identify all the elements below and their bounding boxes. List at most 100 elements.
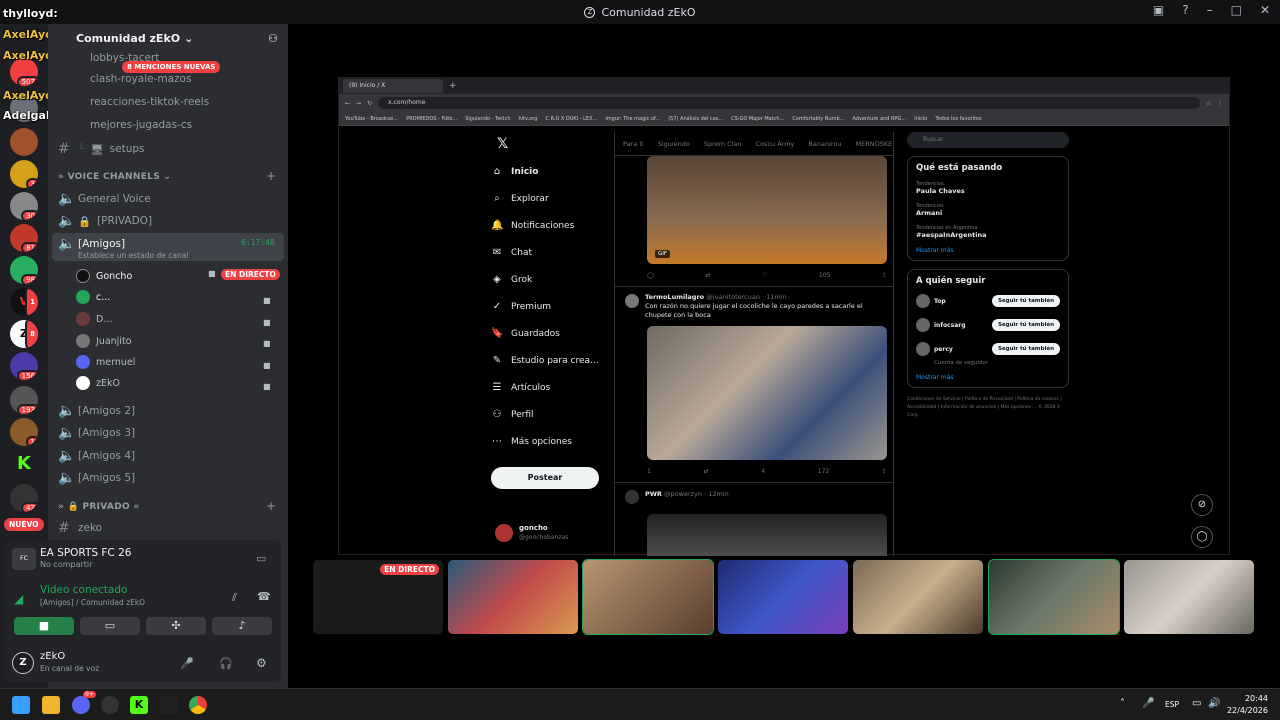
stream-thumbnail[interactable]	[448, 560, 578, 634]
follow-name[interactable]: percy	[934, 346, 988, 353]
post-button[interactable]: Postear	[491, 467, 599, 489]
share-icon[interactable]: ⇪	[882, 468, 887, 475]
voice-location[interactable]: [Amigos] / Comunidad zEkO	[40, 598, 145, 607]
discord-taskbar-icon[interactable]: 9+	[72, 691, 96, 714]
maximize-icon[interactable]: □	[1231, 3, 1242, 17]
reload-icon[interactable]: ↻	[367, 100, 372, 107]
retweet-icon[interactable]: ⇄	[705, 272, 710, 279]
x-nav-item[interactable]: ✎ Estudio para crea...	[491, 347, 616, 374]
show-more-link[interactable]: Mostrar más	[916, 374, 1060, 381]
like-count[interactable]: 4	[761, 468, 765, 475]
chrome-taskbar-icon[interactable]	[189, 696, 207, 714]
tweet-avatar[interactable]	[625, 490, 639, 504]
follow-name[interactable]: Top	[934, 298, 988, 305]
start-icon[interactable]	[12, 696, 30, 714]
server-icon[interactable]: V1	[10, 288, 38, 316]
voice-channel[interactable]: 🔈 [Amigos 4]	[58, 448, 135, 464]
share-icon[interactable]: ▭	[256, 552, 266, 565]
stream-thumbnail[interactable]	[1124, 560, 1254, 634]
x-nav-item[interactable]: ⌕ Explorar	[491, 185, 616, 212]
soundboard-button[interactable]: ♪	[212, 617, 272, 635]
guild-header[interactable]: Comunidad zEkO ⌄ ⚇	[48, 24, 288, 52]
mentions-banner[interactable]: 8 MENCIONES NUEVAS	[122, 61, 221, 73]
bookmark-item[interactable]: Adventure and RPG...	[853, 116, 907, 122]
bookmark-item[interactable]: Comfortably Numb...	[792, 116, 844, 122]
channel-status-hint[interactable]: Establece un estado de canal	[78, 251, 188, 260]
user-avatar[interactable]: Z	[12, 652, 34, 674]
bookmark-item[interactable]: Siguiendo - Twitch	[465, 116, 510, 122]
account-avatar[interactable]	[495, 524, 513, 542]
tweet-image[interactable]	[647, 514, 887, 556]
add-channel-icon[interactable]: +	[266, 169, 276, 183]
retweet-icon[interactable]: ⇄	[704, 468, 709, 475]
x-nav-item[interactable]: 🔖 Guardados	[491, 320, 616, 347]
reply-icon[interactable]: ◯	[647, 272, 654, 279]
app-taskbar-icon[interactable]	[160, 696, 178, 714]
activities-button[interactable]: ✣	[146, 617, 206, 635]
network-icon[interactable]: ▭	[1192, 698, 1201, 709]
follow-button[interactable]: Seguir tú también	[991, 319, 1060, 331]
bookmark-item[interactable]: (57) Análisis del cas...	[668, 116, 723, 122]
trend-item[interactable]: Tendencias en Argentina #aespaInArgentina	[916, 225, 1060, 239]
url-field[interactable]: x.com/home	[378, 97, 1200, 109]
tweet-avatar[interactable]	[625, 294, 639, 308]
avatar[interactable]	[916, 342, 930, 356]
language-indicator[interactable]: ESP	[1165, 700, 1179, 709]
feed-tab[interactable]: Siguiendo	[658, 140, 690, 148]
server-icon[interactable]: 3	[10, 160, 38, 188]
stream-thumbnail[interactable]	[582, 559, 714, 635]
feed-tab[interactable]: MERNOSKE	[856, 140, 893, 148]
trend-item[interactable]: Tendencias Paula Chaves	[916, 181, 1060, 195]
bookmark-item[interactable]: Imgur: The magic of...	[605, 116, 660, 122]
minimize-icon[interactable]: –	[1207, 3, 1213, 17]
voice-channel[interactable]: 🔈 [Amigos 3]	[58, 425, 135, 441]
bookmark-item[interactable]: PROMIEDOS - Fútb...	[406, 116, 457, 122]
chat-fab-icon[interactable]: ◯	[1191, 526, 1213, 548]
like-icon[interactable]: ♡	[762, 272, 767, 279]
x-search-input[interactable]: Buscar	[907, 132, 1069, 148]
x-nav-item[interactable]: 🔔 Notificaciones	[491, 212, 616, 239]
add-channel-icon[interactable]: +	[266, 499, 276, 513]
voice-category[interactable]: » VOICE CHANNELS ⌄	[58, 172, 171, 182]
follow-button[interactable]: Seguir tú también	[991, 295, 1060, 307]
server-icon[interactable]: 81	[10, 224, 38, 252]
server-icon[interactable]: 1	[10, 418, 38, 446]
back-icon[interactable]: ←	[345, 100, 350, 107]
reply-count[interactable]: 1	[647, 468, 651, 475]
x-nav-item[interactable]: ⋯ Más opciones	[491, 428, 616, 455]
account-name[interactable]: goncho	[519, 524, 548, 532]
browser-tab[interactable]: (9) Inicio / X	[343, 79, 443, 93]
show-more-link[interactable]: Mostrar más	[916, 247, 1060, 254]
inbox-icon[interactable]: ▣	[1153, 3, 1164, 17]
x-nav-item[interactable]: ✉ Chat	[491, 239, 616, 266]
stream-thumbnail[interactable]	[988, 559, 1120, 635]
bookmark-item[interactable]: Inicio	[914, 116, 927, 122]
x-logo-icon[interactable]: 𝕏	[497, 136, 508, 152]
avatar[interactable]	[916, 294, 930, 308]
kick-taskbar-icon[interactable]: K	[130, 696, 148, 714]
server-icon[interactable]: 193	[10, 386, 38, 414]
trend-item[interactable]: Tendencias Armani	[916, 203, 1060, 217]
server-icon[interactable]: 507	[10, 58, 38, 86]
follow-name[interactable]: infocsarg	[934, 322, 988, 329]
x-nav-item[interactable]: ✓ Premium	[491, 293, 616, 320]
grok-fab-icon[interactable]: ⊘	[1191, 494, 1213, 516]
clock[interactable]: 20:44 22/4/2026	[1227, 693, 1268, 717]
tray-chevron-icon[interactable]: ˄	[1120, 698, 1125, 709]
app-taskbar-icon[interactable]	[101, 696, 119, 714]
kick-server-icon[interactable]: K	[10, 450, 38, 478]
mic-tray-icon[interactable]: 🎤	[1142, 698, 1154, 709]
new-tab-icon[interactable]: +	[449, 81, 457, 91]
follow-button[interactable]: Seguir tú también	[991, 343, 1060, 355]
server-icon[interactable]: 42	[10, 484, 38, 512]
headphones-icon[interactable]: 🎧	[219, 657, 233, 670]
avatar[interactable]	[916, 318, 930, 332]
close-icon[interactable]: ✕	[1260, 3, 1270, 17]
server-icon[interactable]	[10, 128, 38, 156]
bookmark-item[interactable]: Todos los favoritos	[935, 116, 981, 122]
feed-tab[interactable]: Sprem Clan	[704, 140, 742, 148]
camera-button[interactable]: ■	[14, 617, 74, 635]
microphone-icon[interactable]: 🎤	[180, 657, 194, 670]
feed-tab[interactable]: Bananirou	[808, 140, 841, 148]
x-nav-item[interactable]: ⌂ Inicio	[491, 158, 616, 185]
